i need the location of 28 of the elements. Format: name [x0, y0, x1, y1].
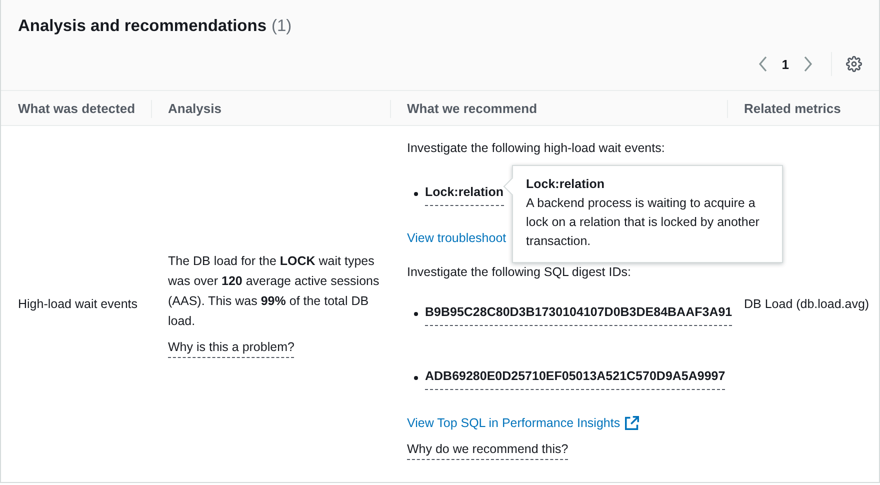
column-header: Analysis	[151, 91, 390, 126]
column-header: Related metrics	[727, 91, 879, 126]
bullet-icon	[414, 376, 418, 380]
bullet-icon	[414, 192, 418, 196]
column-header: What we recommend	[390, 91, 727, 126]
link[interactable]: View troubleshoot	[407, 228, 506, 248]
previous-page-button[interactable]	[758, 56, 768, 72]
tooltip-title: Lock:relation	[526, 176, 606, 193]
list-item[interactable]: B9B95C28C80D3B1730104107D0B3DE84BAAF3A91	[425, 302, 732, 326]
external-link-icon	[625, 416, 640, 430]
list-item[interactable]: Lock:relation	[425, 182, 504, 206]
analysis-text: The DB load for the LOCK wait types was over 120 average active sessions (AAS). This was 99% of the total DB load.	[168, 252, 380, 330]
settings-button[interactable]	[846, 56, 862, 72]
panel-title: Analysis and recommendations	[18, 17, 266, 36]
link[interactable]: View Top SQL in Performance Insights	[407, 413, 640, 433]
page-number[interactable]: 1	[782, 56, 789, 72]
tooltip-text: A backend process is waiting to acquire a lock on a relation that is locked by another transaction.	[526, 195, 760, 250]
recommendation-text: Investigate the following high-load wait events:	[407, 140, 666, 157]
help-link[interactable]: Why is this a problem?	[168, 336, 294, 358]
recommendation-text: Investigate the following SQL digest IDs:	[407, 264, 632, 281]
next-page-button[interactable]	[803, 56, 813, 72]
table-cell-text: High-load wait events	[18, 296, 139, 313]
help-link[interactable]: Why do we recommend this?	[407, 439, 568, 460]
column-header: What was detected	[1, 91, 151, 126]
result-count: (1)	[272, 17, 292, 36]
list-item[interactable]: ADB69280E0D25710EF05013A521C570D9A5A9997	[425, 366, 726, 390]
bullet-icon	[414, 312, 418, 316]
table-cell-text: DB Load (db.load.avg)	[744, 296, 870, 313]
